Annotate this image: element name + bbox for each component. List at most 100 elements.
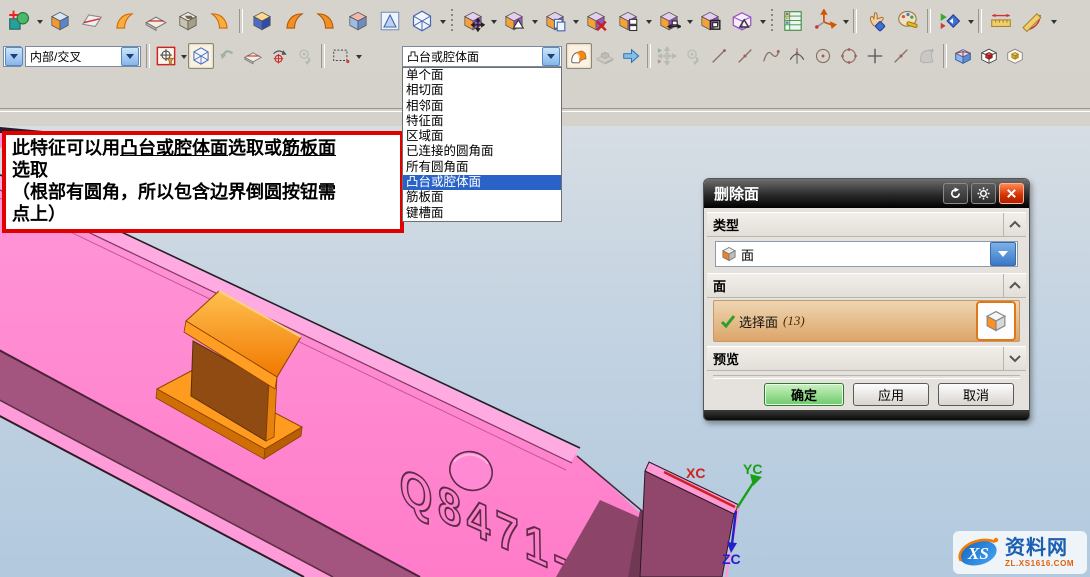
line-tool-icon[interactable] (706, 43, 732, 69)
face-rule-option[interactable]: 筋板面 (403, 190, 561, 205)
datum-csys-dropdown-arrow[interactable] (841, 8, 850, 34)
intersect-icon[interactable] (310, 5, 342, 37)
unite-icon[interactable] (246, 5, 278, 37)
rotate-view-icon[interactable] (266, 43, 292, 69)
measure-angle-icon[interactable] (1017, 5, 1049, 37)
face-rule-option[interactable]: 所有圆角面 (403, 160, 561, 175)
face-rule-option[interactable]: 凸台或腔体面 (403, 175, 561, 190)
boss-face-rule-icon[interactable] (566, 43, 592, 69)
pocket-icon[interactable] (172, 5, 204, 37)
measure-distance-icon[interactable] (985, 5, 1017, 37)
sketch-dropdown-arrow[interactable] (35, 8, 44, 34)
mirror-face-icon[interactable] (612, 5, 644, 37)
copy-face-dropdown-arrow[interactable] (571, 8, 580, 34)
hidden-combo-arrow[interactable] (5, 47, 23, 66)
sketch-icon[interactable] (3, 5, 35, 37)
draft-icon[interactable] (374, 5, 406, 37)
pull-face-dropdown-arrow[interactable] (530, 8, 539, 34)
marquee-select-dropdown-arrow[interactable] (354, 43, 363, 69)
trim-body-icon[interactable] (342, 5, 374, 37)
feature-overflow-dropdown-arrow[interactable] (438, 8, 447, 34)
navigator-dropdown-arrow[interactable] (966, 8, 975, 34)
move-face-icon[interactable] (457, 5, 489, 37)
dialog-titlebar[interactable]: 删除面 (704, 179, 1029, 208)
part-navigator-icon[interactable] (777, 5, 809, 37)
select-face-row[interactable]: 选择面 (13) (713, 300, 1020, 342)
selection-filter-icon[interactable] (153, 43, 179, 69)
datum-csys-icon[interactable] (809, 5, 841, 37)
type-section-header[interactable]: 类型 (707, 212, 1026, 237)
face-rule-combo[interactable]: 凸台或腔体面 (402, 46, 562, 67)
move-face-dropdown-arrow[interactable] (489, 8, 498, 34)
offset-region-icon[interactable] (694, 5, 726, 37)
resize-face-dropdown-arrow[interactable] (685, 8, 694, 34)
arc-axis-tool-icon[interactable] (784, 43, 810, 69)
proceed-arrow-icon[interactable] (618, 43, 644, 69)
face-rule-option[interactable]: 已连接的圆角面 (403, 144, 561, 159)
face-section-header[interactable]: 面 (707, 273, 1026, 298)
type-combo-arrow[interactable] (990, 242, 1016, 266)
face-rule-option[interactable]: 单个面 (403, 68, 561, 83)
selection-scope-combo[interactable]: 内部/交叉 (25, 46, 141, 67)
stick-tool-icon[interactable] (888, 43, 914, 69)
replace-face-icon[interactable] (726, 5, 758, 37)
pad-face-rule-icon[interactable] (592, 43, 618, 69)
selection-scope-arrow[interactable] (121, 47, 139, 66)
snap-orient-cube-icon[interactable] (188, 43, 214, 69)
resize-face-icon[interactable] (653, 5, 685, 37)
circle-points-tool-icon[interactable] (836, 43, 862, 69)
surface-tool-icon[interactable] (914, 43, 940, 69)
type-combo[interactable]: 面 (715, 241, 1018, 267)
ok-button[interactable]: 确定 (764, 383, 844, 406)
measure-overflow-dropdown-arrow[interactable] (1049, 8, 1058, 34)
replace-face-dropdown-arrow[interactable] (758, 8, 767, 34)
cancel-button[interactable]: 取消 (938, 383, 1014, 406)
sweep-icon[interactable] (108, 5, 140, 37)
close-button[interactable] (999, 183, 1024, 204)
curve-tool-icon[interactable] (758, 43, 784, 69)
reset-button[interactable] (943, 183, 968, 204)
face-rule-option[interactable]: 相邻面 (403, 99, 561, 114)
face-rule-option[interactable]: 键槽面 (403, 206, 561, 221)
selection-filter-dropdown-arrow[interactable] (179, 43, 188, 69)
circle-center-tool-icon[interactable] (810, 43, 836, 69)
separator (978, 9, 982, 33)
flange-icon[interactable] (204, 5, 236, 37)
cut-face-icon[interactable] (580, 5, 612, 37)
hidden-combo[interactable] (3, 46, 21, 67)
expand-chevron-icon[interactable] (1003, 347, 1026, 370)
preview-section-header[interactable]: 预览 (707, 346, 1026, 371)
snap-face-icon[interactable] (240, 43, 266, 69)
face-select-button[interactable] (976, 301, 1016, 341)
block-icon[interactable] (140, 5, 172, 37)
role-palette-icon[interactable] (892, 5, 924, 37)
settings-button[interactable] (971, 183, 996, 204)
marquee-select-icon[interactable] (328, 43, 354, 69)
collapse-chevron-icon[interactable] (1003, 274, 1026, 297)
face-rule-arrow[interactable] (542, 47, 560, 66)
toolbar-handle (451, 9, 453, 33)
move-handles-icon[interactable] (654, 43, 680, 69)
shaded-solid-icon[interactable] (1002, 43, 1028, 69)
wireframe-solid-icon[interactable] (976, 43, 1002, 69)
navigator-icon[interactable] (934, 5, 966, 37)
point-tool-icon[interactable] (862, 43, 888, 69)
clip-section-icon[interactable] (950, 43, 976, 69)
rotate-handles-icon[interactable] (680, 43, 706, 69)
mirror-face-dropdown-arrow[interactable] (644, 8, 653, 34)
extrude-icon[interactable] (44, 5, 76, 37)
face-rule-option[interactable]: 相切面 (403, 83, 561, 98)
face-rule-option[interactable]: 区域面 (403, 129, 561, 144)
copy-face-icon[interactable] (539, 5, 571, 37)
undo-view-icon[interactable] (214, 43, 240, 69)
view-hand-icon[interactable] (860, 5, 892, 37)
face-rule-option[interactable]: 特征面 (403, 114, 561, 129)
hand-tool-icon[interactable] (292, 43, 318, 69)
shell-icon[interactable] (406, 5, 438, 37)
collapse-chevron-icon[interactable] (1003, 213, 1026, 236)
apply-button[interactable]: 应用 (853, 383, 929, 406)
revolve-icon[interactable] (76, 5, 108, 37)
subtract-icon[interactable] (278, 5, 310, 37)
line-point-tool-icon[interactable] (732, 43, 758, 69)
pull-face-icon[interactable] (498, 5, 530, 37)
